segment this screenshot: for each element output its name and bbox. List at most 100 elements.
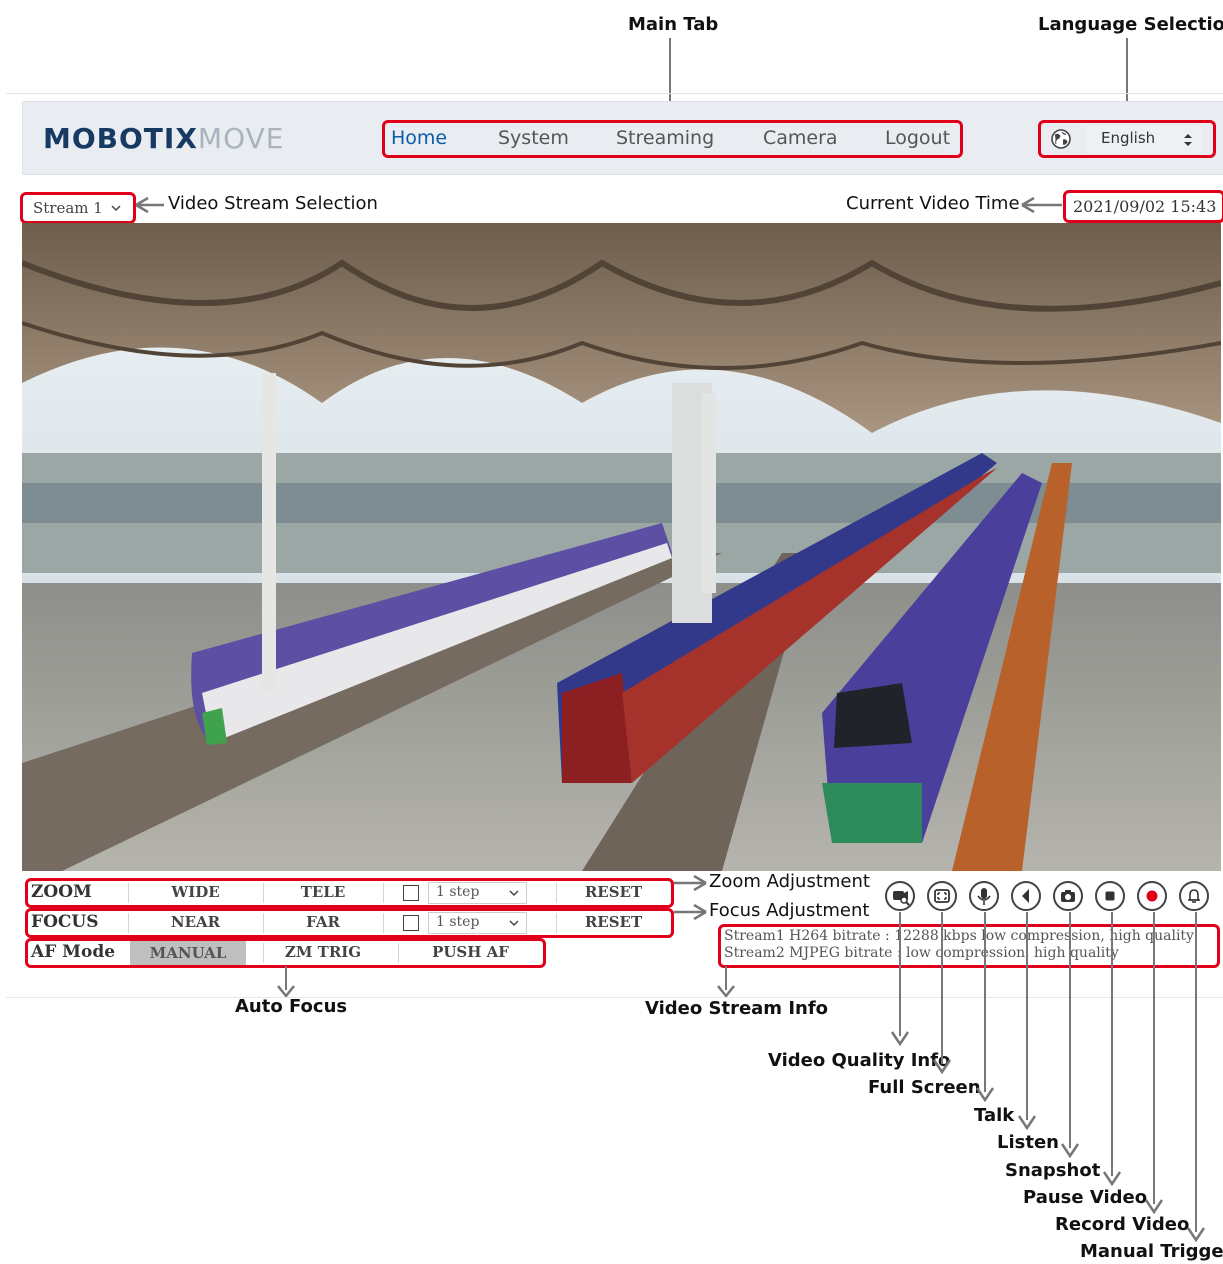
- chevron-down-icon: [111, 205, 121, 212]
- af-mode: AF Mode MANUAL ZM TRIG PUSH AF: [25, 938, 546, 968]
- arrow-video-time: [1021, 196, 1062, 214]
- talk-icon: [977, 888, 991, 905]
- zoom-wide-button[interactable]: WIDE: [128, 883, 263, 901]
- arrow-talk: [984, 912, 986, 1092]
- language-value: English: [1101, 129, 1156, 147]
- current-video-time: 2021/09/02 15:43: [1063, 190, 1223, 223]
- arrowhead-stream-info: [717, 985, 735, 998]
- focus-far-button[interactable]: FAR: [263, 913, 383, 931]
- af-manual-button[interactable]: MANUAL: [130, 941, 246, 965]
- header-bar: MOBOTIXMOVE Home System Streaming Camera…: [22, 101, 1223, 175]
- annotation-record-video: Record Video: [1055, 1214, 1190, 1235]
- language-selection: English: [1038, 120, 1216, 158]
- stream-select-value: Stream 1: [33, 199, 103, 217]
- arrowhead-talk: [975, 1087, 995, 1102]
- stream-info-line-1: Stream1 H264 bitrate : 12288 kbps low co…: [724, 928, 1194, 944]
- tab-system[interactable]: System: [498, 127, 569, 149]
- record-video-button[interactable]: [1137, 881, 1167, 911]
- globe-icon: [1051, 129, 1071, 149]
- focus-reset-button[interactable]: RESET: [556, 913, 671, 931]
- annotation-manual-trigger: Manual Trigger: [1080, 1241, 1223, 1262]
- video-frame: [22, 223, 1221, 871]
- annotation-listen: Listen: [997, 1132, 1059, 1153]
- focus-step-value: 1 step: [436, 914, 480, 930]
- full-screen-button[interactable]: [927, 881, 957, 911]
- tab-streaming[interactable]: Streaming: [616, 127, 714, 149]
- arrow-snapshot: [1069, 912, 1071, 1148]
- video-stream-select[interactable]: Stream 1: [20, 192, 136, 224]
- pause-icon: [1105, 891, 1115, 901]
- af-zm-trig-button[interactable]: ZM TRIG: [263, 943, 383, 961]
- annotation-snapshot: Snapshot: [1005, 1160, 1101, 1181]
- arrowhead-record: [1144, 1199, 1164, 1214]
- language-select[interactable]: English: [1086, 125, 1201, 153]
- annotation-focus-adjustment: Focus Adjustment: [709, 900, 870, 921]
- manual-trigger-button[interactable]: [1179, 881, 1209, 911]
- video-stream-info: Stream1 H264 bitrate : 12288 kbps low co…: [718, 924, 1220, 968]
- full-screen-icon: [934, 889, 950, 903]
- stream-info-line-2: Stream2 MJPEG bitrate : low compression,…: [724, 945, 1119, 961]
- annotation-video-stream-selection: Video Stream Selection: [168, 193, 378, 214]
- arrow-video-quality: [899, 912, 901, 1036]
- video-view[interactable]: [22, 223, 1221, 871]
- annotation-current-video-time: Current Video Time: [846, 193, 1020, 214]
- logo: MOBOTIXMOVE: [43, 122, 284, 155]
- zoom-step-value: 1 step: [436, 884, 480, 900]
- listen-icon: [1022, 889, 1029, 903]
- main-tabs: Home System Streaming Camera Logout: [382, 120, 963, 158]
- arrow-listen: [1026, 912, 1028, 1120]
- focus-adjustment: FOCUS NEAR FAR 1 step RESET: [25, 908, 674, 938]
- arrow-pause: [1111, 912, 1113, 1176]
- arrowhead-trigger: [1186, 1227, 1206, 1242]
- focus-step-checkbox[interactable]: [403, 915, 419, 931]
- snapshot-button[interactable]: [1053, 881, 1083, 911]
- annotation-language-selection: Language Selection: [1038, 14, 1223, 35]
- trigger-icon: [1188, 889, 1200, 903]
- pause-video-button[interactable]: [1095, 881, 1125, 911]
- chevron-down-icon: [509, 890, 519, 897]
- arrowhead-video-quality: [890, 1031, 910, 1046]
- annotation-zoom-adjustment: Zoom Adjustment: [709, 871, 870, 892]
- tab-home[interactable]: Home: [391, 127, 447, 149]
- arrowhead-listen: [1017, 1115, 1037, 1130]
- tab-camera[interactable]: Camera: [763, 127, 838, 149]
- arrow-full-screen: [941, 912, 943, 1064]
- annotation-talk: Talk: [974, 1105, 1015, 1126]
- arrow-stream-selection: [135, 196, 164, 214]
- zoom-step-select[interactable]: 1 step: [428, 882, 527, 904]
- arrow-focus: [674, 903, 707, 921]
- arrowhead-snapshot: [1060, 1143, 1080, 1158]
- video-quality-button[interactable]: [885, 881, 915, 911]
- af-push-af-button[interactable]: PUSH AF: [398, 943, 543, 961]
- arrowhead-pause: [1102, 1171, 1122, 1186]
- video-time-value: 2021/09/02 15:43: [1073, 197, 1217, 216]
- arrow-language: [1126, 38, 1128, 108]
- focus-step-select[interactable]: 1 step: [428, 912, 527, 934]
- zoom-reset-button[interactable]: RESET: [556, 883, 671, 901]
- updown-icon: [1184, 134, 1192, 146]
- annotation-video-quality-info: Video Quality Info: [768, 1050, 951, 1071]
- record-icon: [1146, 890, 1158, 902]
- zoom-label: ZOOM: [31, 882, 92, 902]
- talk-button[interactable]: [969, 881, 999, 911]
- annotation-main-tab: Main Tab: [628, 14, 719, 35]
- chevron-down-icon: [509, 920, 519, 927]
- logo-light: MOVE: [197, 122, 285, 155]
- divider-top: [6, 93, 1223, 94]
- arrowhead-full-screen: [932, 1059, 952, 1074]
- annotation-full-screen: Full Screen: [868, 1077, 981, 1098]
- listen-button[interactable]: [1011, 881, 1041, 911]
- snapshot-icon: [1061, 890, 1075, 902]
- zoom-adjustment: ZOOM WIDE TELE 1 step RESET: [25, 878, 674, 908]
- zoom-step-checkbox[interactable]: [403, 885, 419, 901]
- arrow-zoom: [674, 874, 707, 892]
- annotation-auto-focus: Auto Focus: [235, 996, 348, 1017]
- focus-near-button[interactable]: NEAR: [128, 913, 263, 931]
- annotation-pause-video: Pause Video: [1023, 1187, 1148, 1208]
- divider-bottom: [6, 997, 1223, 998]
- focus-label: FOCUS: [31, 912, 99, 932]
- af-mode-label: AF Mode: [31, 942, 116, 962]
- annotation-video-stream-info: Video Stream Info: [645, 998, 829, 1019]
- tab-logout[interactable]: Logout: [885, 127, 950, 149]
- zoom-tele-button[interactable]: TELE: [263, 883, 383, 901]
